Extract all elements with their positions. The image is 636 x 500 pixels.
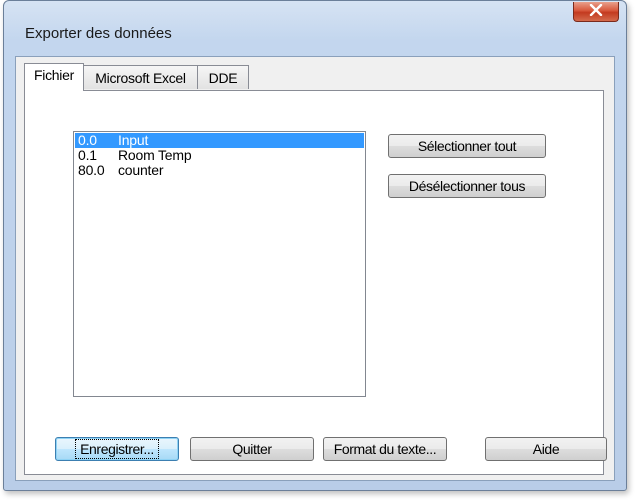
quit-button[interactable]: Quitter [190,437,314,461]
tab-microsoft-excel[interactable]: Microsoft Excel [83,65,198,89]
help-button[interactable]: Aide [485,437,607,461]
text-format-button[interactable]: Format du texte... [323,437,447,461]
list-item-number: 0.0 [78,132,97,148]
tab-dde[interactable]: DDE [197,65,249,89]
list-item-name: Input [118,132,149,148]
dialog-client-area: Fichier Microsoft Excel DDE 0.0 Input 0.… [15,56,615,481]
list-item-name: counter [118,162,164,178]
list-item-name: Room Temp [118,147,192,163]
variables-listbox[interactable]: 0.0 Input 0.1 Room Temp 80.0 counter [73,131,366,397]
export-dialog: Exporter des données Fichier Microsoft E… [3,0,627,491]
save-button[interactable]: Enregistrer... [55,437,179,461]
list-item[interactable]: 0.0 Input [75,133,364,148]
list-item[interactable]: 0.1 Room Temp [74,148,365,163]
deselect-all-button[interactable]: Désélectionner tous [388,174,546,198]
select-all-button[interactable]: Sélectionner tout [388,134,546,158]
window-title: Exporter des données [25,25,172,42]
tab-fichier[interactable]: Fichier [24,63,84,91]
tab-panel-fichier: 0.0 Input 0.1 Room Temp 80.0 counter Sél… [24,90,607,475]
close-button[interactable] [573,2,619,22]
list-item-number: 0.1 [78,147,97,163]
close-icon [589,3,603,21]
list-item[interactable]: 80.0 counter [74,163,365,178]
save-button-label: Enregistrer... [75,439,159,459]
list-item-number: 80.0 [78,162,105,178]
